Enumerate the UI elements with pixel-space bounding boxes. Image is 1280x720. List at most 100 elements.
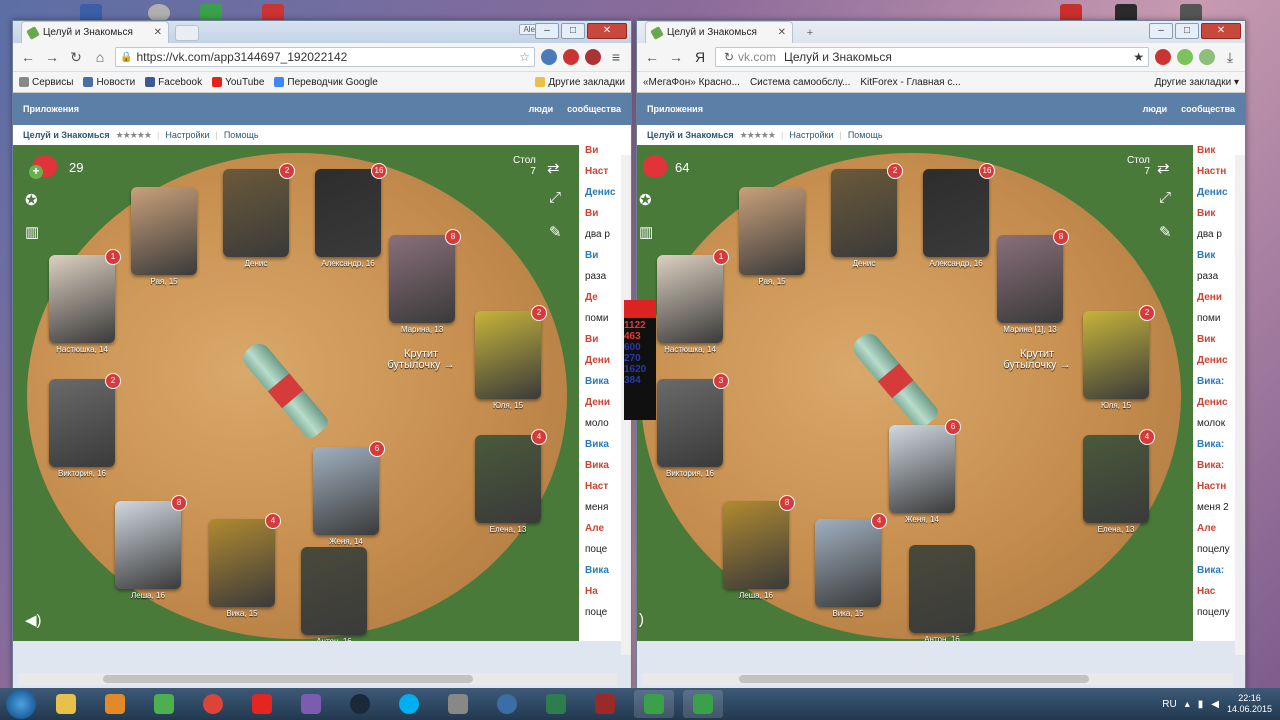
player-card[interactable] bbox=[739, 187, 805, 275]
maximize-button[interactable]: □ bbox=[1175, 23, 1199, 39]
taskbar-camtasia[interactable] bbox=[634, 690, 674, 718]
clock[interactable]: 22:16 14.06.2015 bbox=[1227, 693, 1272, 715]
player-card[interactable]: 2 bbox=[49, 373, 121, 467]
yandex-icon[interactable]: Я bbox=[691, 49, 709, 65]
player-card[interactable]: 8 bbox=[115, 495, 187, 589]
tab-close-icon[interactable]: ✕ bbox=[778, 27, 786, 38]
language-indicator[interactable]: RU bbox=[1162, 699, 1176, 710]
player-card[interactable]: 1 bbox=[49, 249, 121, 343]
player-card[interactable]: 4 bbox=[209, 513, 281, 607]
download-icon[interactable]: ⤓ bbox=[1221, 49, 1239, 66]
people-link[interactable]: люди bbox=[1143, 104, 1168, 114]
gift-icon[interactable]: ✪ bbox=[639, 191, 652, 209]
taskbar-explorer[interactable] bbox=[46, 690, 86, 718]
extension-icon[interactable] bbox=[541, 49, 557, 65]
address-bar[interactable]: 🔒 https://vk.com/app3144697_192022142 ☆ bbox=[115, 47, 535, 67]
fullscreen-icon[interactable]: ⤢ bbox=[1159, 189, 1171, 206]
help-link[interactable]: Помощь bbox=[224, 130, 259, 140]
fullscreen-icon[interactable]: ⤢ bbox=[549, 189, 561, 206]
bookmark-item[interactable]: «МегаФон» Красно... bbox=[643, 77, 740, 88]
taskbar-app[interactable] bbox=[438, 690, 478, 718]
bookmark-star-icon[interactable]: ☆ bbox=[519, 50, 530, 64]
player-card[interactable] bbox=[301, 547, 367, 635]
back-arrow-icon[interactable]: ← bbox=[19, 49, 37, 65]
vertical-scrollbar[interactable] bbox=[1235, 155, 1245, 655]
minimize-button[interactable]: – bbox=[1149, 23, 1173, 39]
player-card[interactable]: 16 bbox=[315, 163, 387, 257]
extension-icon[interactable] bbox=[1177, 49, 1193, 65]
apps-link[interactable]: Приложения bbox=[23, 104, 79, 114]
taskbar-yandex[interactable] bbox=[242, 690, 282, 718]
extension-icon[interactable] bbox=[1199, 49, 1215, 65]
player-card[interactable]: 3 bbox=[657, 373, 729, 467]
horizontal-scrollbar[interactable] bbox=[19, 673, 617, 685]
player-card[interactable]: 1 bbox=[657, 249, 729, 343]
heart-icon[interactable] bbox=[643, 155, 667, 177]
player-card[interactable] bbox=[131, 187, 197, 275]
player-card[interactable]: 4 bbox=[475, 429, 547, 523]
settings-link[interactable]: Настройки bbox=[789, 130, 833, 140]
bookmark-other-folder[interactable]: Другие закладки ▾ bbox=[1155, 77, 1239, 88]
taskbar-app[interactable] bbox=[487, 690, 527, 718]
player-card[interactable]: 2 bbox=[223, 163, 295, 257]
taskbar-monitor[interactable] bbox=[144, 690, 184, 718]
reload-icon[interactable]: ↻ bbox=[720, 50, 738, 64]
player-card[interactable]: 2 bbox=[831, 163, 903, 257]
bookmark-star-icon[interactable]: ★ bbox=[1133, 50, 1144, 64]
address-bar[interactable]: ↻ vk.com Целуй и Знакомься ★ bbox=[715, 47, 1149, 67]
tab-close-icon[interactable]: ✕ bbox=[154, 27, 162, 38]
taskbar-skype[interactable] bbox=[389, 690, 429, 718]
apps-link[interactable]: Приложения bbox=[647, 104, 703, 114]
volume-icon[interactable]: ◀ bbox=[1211, 699, 1219, 710]
communities-link[interactable]: сообщества bbox=[1181, 104, 1235, 114]
player-card[interactable]: 8 bbox=[723, 495, 795, 589]
bookmark-services[interactable]: Сервисы bbox=[19, 77, 73, 88]
reload-icon[interactable]: ↻ bbox=[67, 49, 85, 66]
change-table-icon[interactable]: ⇄ bbox=[1157, 159, 1170, 177]
player-card[interactable] bbox=[909, 545, 975, 633]
tag-icon[interactable]: ✎ bbox=[549, 223, 562, 241]
player-card[interactable]: 8 bbox=[389, 229, 461, 323]
settings-link[interactable]: Настройки bbox=[165, 130, 209, 140]
bookmark-other-folder[interactable]: Другие закладки bbox=[535, 77, 625, 88]
player-card[interactable]: 6 bbox=[889, 419, 961, 513]
scroll-thumb[interactable] bbox=[103, 675, 473, 683]
rating-chart-icon[interactable]: ▥ bbox=[25, 223, 39, 241]
start-button[interactable] bbox=[6, 689, 36, 719]
player-card[interactable]: 6 bbox=[313, 441, 385, 535]
close-button[interactable]: ✕ bbox=[1201, 23, 1241, 39]
people-link[interactable]: люди bbox=[529, 104, 554, 114]
player-card[interactable]: 4 bbox=[1083, 429, 1155, 523]
player-card[interactable]: 4 bbox=[815, 513, 887, 607]
bookmark-facebook[interactable]: Facebook bbox=[145, 77, 202, 88]
home-icon[interactable]: ⌂ bbox=[91, 49, 109, 65]
adblock-icon[interactable] bbox=[1155, 49, 1171, 65]
browser-tab[interactable]: Целуй и Знакомься ✕ bbox=[645, 21, 793, 43]
player-card[interactable]: 16 bbox=[923, 163, 995, 257]
extension-icon[interactable] bbox=[585, 49, 601, 65]
tray-arrow-icon[interactable]: ▴ bbox=[1185, 699, 1190, 710]
taskbar-app[interactable] bbox=[536, 690, 576, 718]
back-arrow-icon[interactable]: ← bbox=[643, 49, 661, 65]
new-tab-button[interactable]: + bbox=[799, 27, 821, 41]
gift-icon[interactable]: ✪ bbox=[25, 191, 38, 209]
new-tab-button[interactable] bbox=[175, 25, 199, 41]
taskbar-app[interactable] bbox=[585, 690, 625, 718]
close-button[interactable]: ✕ bbox=[587, 23, 627, 39]
network-icon[interactable]: ▮ bbox=[1198, 699, 1204, 710]
bookmark-item[interactable]: Система самообслу... bbox=[750, 77, 850, 88]
bookmark-item[interactable]: KitForex - Главная с... bbox=[860, 77, 960, 88]
sound-icon[interactable]: ) bbox=[639, 611, 644, 628]
taskbar-steam[interactable] bbox=[340, 690, 380, 718]
rating-chart-icon[interactable]: ▥ bbox=[639, 223, 653, 241]
maximize-button[interactable]: □ bbox=[561, 23, 585, 39]
taskbar-app[interactable] bbox=[291, 690, 331, 718]
horizontal-scrollbar[interactable] bbox=[643, 673, 1233, 685]
tag-icon[interactable]: ✎ bbox=[1159, 223, 1172, 241]
browser-tab[interactable]: Целуй и Знакомься ✕ bbox=[21, 21, 169, 43]
app-name[interactable]: Целуй и Знакомься bbox=[647, 130, 734, 140]
bookmark-youtube[interactable]: YouTube bbox=[212, 77, 264, 88]
forward-arrow-icon[interactable]: → bbox=[667, 49, 685, 65]
sound-icon[interactable]: ◀) bbox=[25, 611, 42, 629]
help-link[interactable]: Помощь bbox=[848, 130, 883, 140]
